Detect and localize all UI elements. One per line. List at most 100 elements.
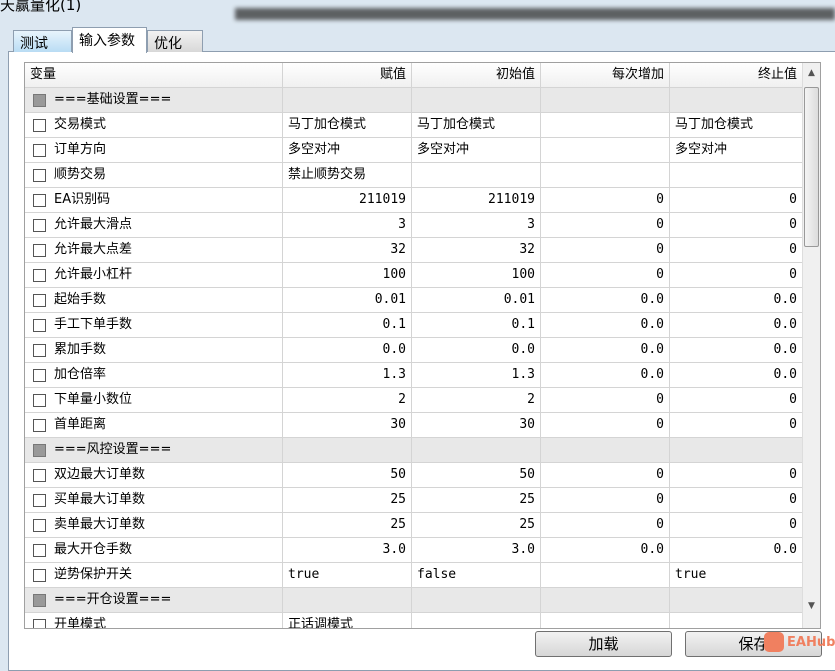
value-cell[interactable]: 0.0 (670, 313, 802, 337)
table-row[interactable]: 允许最大滑点 3 3 0 0 (25, 213, 802, 238)
value-cell[interactable]: 0.0 (541, 313, 670, 337)
table-row[interactable]: 加仓倍率 1.3 1.3 0.0 0.0 (25, 363, 802, 388)
optimize-checkbox[interactable] (33, 418, 46, 432)
value-cell[interactable] (283, 88, 412, 112)
value-cell[interactable] (670, 88, 802, 112)
value-cell[interactable]: 0 (541, 413, 670, 437)
value-cell[interactable]: 32 (283, 238, 412, 262)
tab-input-params[interactable]: 输入参数 (72, 27, 147, 53)
table-row[interactable]: 手工下单手数 0.1 0.1 0.0 0.0 (25, 313, 802, 338)
value-cell[interactable]: 0 (670, 513, 802, 537)
value-cell[interactable]: 0 (541, 513, 670, 537)
value-cell[interactable] (670, 163, 802, 187)
value-cell[interactable] (412, 88, 541, 112)
value-cell[interactable]: 25 (283, 513, 412, 537)
value-cell[interactable]: 3.0 (412, 538, 541, 562)
group-row[interactable]: ===基础设置=== (25, 88, 802, 113)
value-cell[interactable]: 211019 (283, 188, 412, 212)
value-cell[interactable]: 1.3 (412, 363, 541, 387)
value-cell[interactable]: 0 (670, 238, 802, 262)
column-header-stop[interactable]: 终止值 (670, 63, 802, 87)
value-cell[interactable]: 马丁加仓模式 (412, 113, 541, 137)
value-cell[interactable]: 1.3 (283, 363, 412, 387)
table-row[interactable]: 下单量小数位 2 2 0 0 (25, 388, 802, 413)
value-cell[interactable]: 0.0 (670, 363, 802, 387)
value-cell[interactable]: 0.0 (670, 538, 802, 562)
value-cell[interactable]: 0.0 (283, 338, 412, 362)
value-cell[interactable]: 0.0 (541, 363, 670, 387)
value-cell[interactable]: 0.0 (670, 288, 802, 312)
value-cell[interactable]: 0.0 (541, 338, 670, 362)
value-cell[interactable]: 50 (412, 463, 541, 487)
value-cell[interactable]: 0 (670, 413, 802, 437)
value-cell[interactable]: 0 (541, 488, 670, 512)
optimize-checkbox[interactable] (33, 343, 46, 357)
optimize-checkbox[interactable] (33, 368, 46, 382)
scroll-down-arrow-icon[interactable]: ▼ (803, 598, 820, 614)
value-cell[interactable]: 0 (541, 213, 670, 237)
column-header-value[interactable]: 赋值 (283, 63, 412, 87)
value-cell[interactable]: 禁止顺势交易 (283, 163, 412, 187)
column-header-variable[interactable]: 变量 (25, 63, 283, 87)
optimize-checkbox[interactable] (33, 218, 46, 232)
value-cell[interactable]: 0 (670, 188, 802, 212)
optimize-checkbox[interactable] (33, 518, 46, 532)
optimize-checkbox[interactable] (33, 93, 46, 107)
value-cell[interactable] (541, 113, 670, 137)
table-row[interactable]: 最大开仓手数 3.0 3.0 0.0 0.0 (25, 538, 802, 563)
value-cell[interactable] (670, 438, 802, 462)
value-cell[interactable] (541, 613, 670, 628)
group-row[interactable]: ===开仓设置=== (25, 588, 802, 613)
table-row[interactable]: 卖单最大订单数 25 25 0 0 (25, 513, 802, 538)
optimize-checkbox[interactable] (33, 143, 46, 157)
table-row[interactable]: 允许最大点差 32 32 0 0 (25, 238, 802, 263)
value-cell[interactable]: 100 (283, 263, 412, 287)
value-cell[interactable]: 25 (283, 488, 412, 512)
scrollbar-thumb[interactable] (804, 87, 819, 247)
table-row[interactable]: 开单模式 正话调模式 (25, 613, 802, 628)
value-cell[interactable]: 0.1 (283, 313, 412, 337)
value-cell[interactable]: 0 (541, 263, 670, 287)
value-cell[interactable] (541, 563, 670, 587)
value-cell[interactable] (541, 138, 670, 162)
value-cell[interactable]: false (412, 563, 541, 587)
value-cell[interactable]: 0 (541, 388, 670, 412)
value-cell[interactable]: 马丁加仓模式 (670, 113, 802, 137)
table-row[interactable]: 双边最大订单数 50 50 0 0 (25, 463, 802, 488)
value-cell[interactable] (541, 438, 670, 462)
value-cell[interactable]: 0.0 (541, 538, 670, 562)
value-cell[interactable]: 2 (283, 388, 412, 412)
value-cell[interactable]: 多空对冲 (670, 138, 802, 162)
value-cell[interactable]: 正话调模式 (283, 613, 412, 628)
table-row[interactable]: 逆势保护开关 true false true (25, 563, 802, 588)
value-cell[interactable]: 0 (670, 213, 802, 237)
value-cell[interactable]: 32 (412, 238, 541, 262)
table-row[interactable]: 允许最小杠杆 100 100 0 0 (25, 263, 802, 288)
value-cell[interactable]: 3 (283, 213, 412, 237)
value-cell[interactable]: 0.01 (283, 288, 412, 312)
table-row[interactable]: 起始手数 0.01 0.01 0.0 0.0 (25, 288, 802, 313)
optimize-checkbox[interactable] (33, 168, 46, 182)
value-cell[interactable] (283, 588, 412, 612)
value-cell[interactable] (412, 163, 541, 187)
value-cell[interactable]: true (283, 563, 412, 587)
value-cell[interactable]: 211019 (412, 188, 541, 212)
value-cell[interactable]: 0.01 (412, 288, 541, 312)
table-row[interactable]: 首单距离 30 30 0 0 (25, 413, 802, 438)
value-cell[interactable] (412, 588, 541, 612)
value-cell[interactable]: 0 (670, 388, 802, 412)
tab-optimize[interactable]: 优化 (147, 30, 203, 52)
table-row[interactable]: 交易模式 马丁加仓模式 马丁加仓模式 马丁加仓模式 (25, 113, 802, 138)
column-header-start[interactable]: 初始值 (412, 63, 541, 87)
optimize-checkbox[interactable] (33, 293, 46, 307)
value-cell[interactable]: 2 (412, 388, 541, 412)
value-cell[interactable]: 0.0 (541, 288, 670, 312)
optimize-checkbox[interactable] (33, 118, 46, 132)
vertical-scrollbar[interactable]: ▲ ▼ (802, 63, 820, 628)
value-cell[interactable]: 0.0 (670, 338, 802, 362)
value-cell[interactable]: 25 (412, 513, 541, 537)
value-cell[interactable]: 0 (541, 463, 670, 487)
value-cell[interactable]: 50 (283, 463, 412, 487)
value-cell[interactable] (670, 613, 802, 628)
value-cell[interactable]: 0.1 (412, 313, 541, 337)
